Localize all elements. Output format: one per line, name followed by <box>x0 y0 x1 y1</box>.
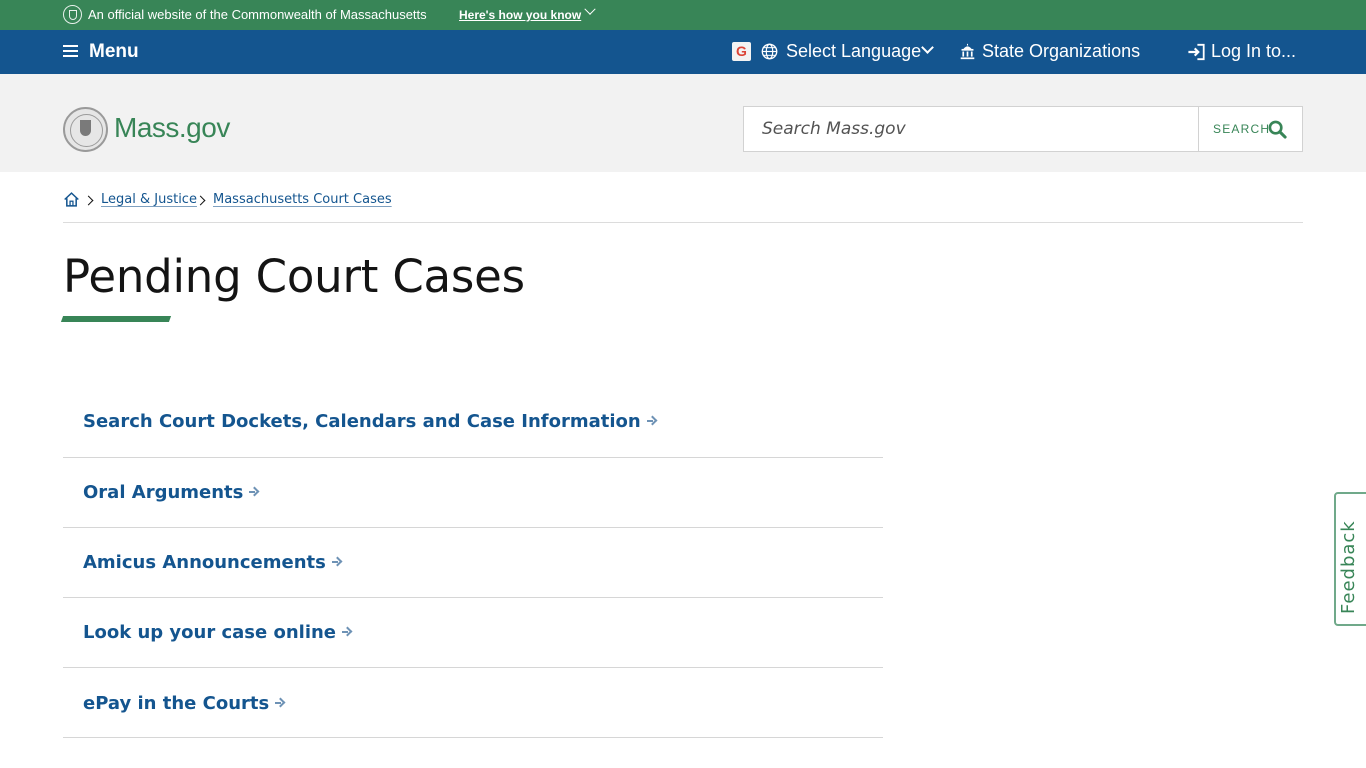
link-oral-arguments[interactable]: Oral Arguments <box>83 482 258 503</box>
link-label: ePay in the Courts <box>83 693 270 714</box>
home-icon[interactable] <box>63 191 80 208</box>
chevron-right-icon <box>195 195 206 206</box>
chevron-down-icon[interactable] <box>921 41 934 54</box>
arrow-right-icon <box>342 627 351 637</box>
search-button[interactable]: SEARCH <box>1198 106 1303 152</box>
breadcrumb-item-court-cases[interactable]: Massachusetts Court Cases <box>213 192 392 207</box>
list-item: Oral Arguments <box>63 458 883 528</box>
search-input[interactable] <box>744 107 1198 151</box>
official-banner: An official website of the Commonwealth … <box>0 0 1366 30</box>
breadcrumb-divider <box>63 222 1303 223</box>
search-button-label: SEARCH <box>1213 122 1271 136</box>
list-item: Search Court Dockets, Calendars and Case… <box>63 388 883 458</box>
search-box <box>743 106 1199 152</box>
title-underline <box>60 316 172 322</box>
arrow-right-icon <box>646 416 656 426</box>
site-header: Mass.gov SEARCH <box>0 74 1366 172</box>
link-label: Amicus Announcements <box>83 552 326 573</box>
search-icon <box>1268 120 1287 139</box>
chevron-down-icon[interactable] <box>584 3 596 15</box>
select-language-button[interactable]: Select Language <box>786 41 921 62</box>
feedback-label: Feedback <box>1338 520 1359 614</box>
official-banner-text: An official website of the Commonwealth … <box>88 7 427 22</box>
page-title: Pending Court Cases <box>63 250 525 303</box>
login-icon[interactable] <box>1187 43 1206 61</box>
chevron-right-icon <box>83 195 94 206</box>
state-organizations-button[interactable]: State Organizations <box>982 41 1140 62</box>
breadcrumb-item-legal-justice[interactable]: Legal & Justice <box>101 192 197 207</box>
list-item: Look up your case online <box>63 598 883 668</box>
menu-button[interactable]: Menu <box>89 41 139 63</box>
how-you-know-link[interactable]: Here's how you know <box>459 7 581 23</box>
link-epay-courts[interactable]: ePay in the Courts <box>83 693 284 714</box>
utility-nav: Menu G Select Language State Organizatio… <box>0 30 1366 74</box>
massachusetts-seal-logo[interactable] <box>63 107 108 152</box>
login-button[interactable]: Log In to... <box>1211 41 1296 62</box>
link-search-court-dockets[interactable]: Search Court Dockets, Calendars and Case… <box>83 411 656 432</box>
google-icon: G <box>732 42 751 61</box>
list-item: ePay in the Courts <box>63 668 883 738</box>
arrow-right-icon <box>275 698 284 708</box>
capitol-building-icon <box>960 43 975 60</box>
list-item: Amicus Announcements <box>63 528 883 598</box>
arrow-right-icon <box>331 557 341 567</box>
site-logo-text[interactable]: Mass.gov <box>114 112 230 144</box>
link-label: Look up your case online <box>83 622 337 643</box>
shield-seal-icon <box>63 5 82 24</box>
feedback-tab[interactable]: Feedback <box>1334 492 1366 626</box>
hamburger-menu-icon[interactable] <box>63 44 78 58</box>
arrow-right-icon <box>249 487 258 497</box>
globe-icon[interactable] <box>761 43 778 60</box>
link-amicus-announcements[interactable]: Amicus Announcements <box>83 552 341 573</box>
link-label: Oral Arguments <box>83 482 244 503</box>
link-label: Search Court Dockets, Calendars and Case… <box>83 411 641 432</box>
link-look-up-case[interactable]: Look up your case online <box>83 622 351 643</box>
